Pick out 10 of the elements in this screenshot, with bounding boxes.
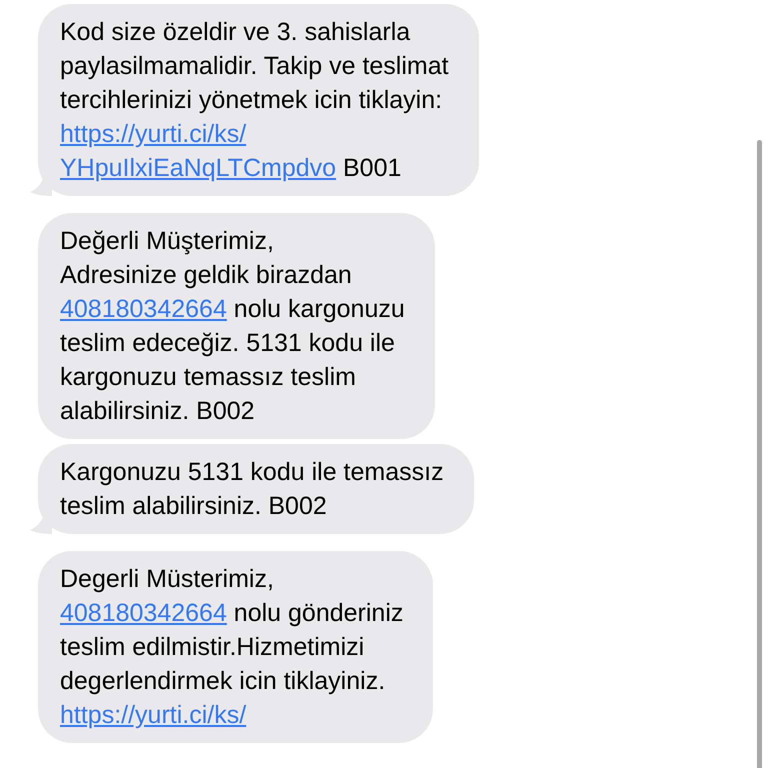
message-text: Kargonuzu 5131 kodu ile temassız teslim alabilirsiniz. B002 [60,457,444,522]
message-link[interactable]: 408180342664 [60,599,227,627]
message-link[interactable]: YHpuIlxiEaNqLTCmpdvo [60,154,336,182]
scrollbar[interactable] [757,140,762,768]
message-text: Kod size özeldir ve 3. sahislarla paylasilmamalidir. Takip ve teslimat tercihlerinizi yönetmek icin tiklayin: https://yurti.ci/ks/ YHpuIlxiEaNqLTCmpdvo B001 [60,17,449,184]
message-link[interactable]: 408180342664 [60,295,227,323]
message-text: Değerli Müşterimiz, Adresinize geldik birazdan 408180342664 nolu kargonuzu teslim edeceğiz. 5131 kodu ile kargonuzu temassız teslim alabilirsiniz. B002 [60,226,405,427]
message-link[interactable]: https://yurti.ci/ks/ [60,701,246,729]
message-text: Degerli Müsterimiz, 408180342664 nolu gönderiniz teslim edilmistir.Hizmetimizi degerlendirmek icin tiklayiniz. https://yurti.ci/ks/ [60,564,404,731]
message-link[interactable]: https://yurti.ci/ks/ [60,120,246,148]
